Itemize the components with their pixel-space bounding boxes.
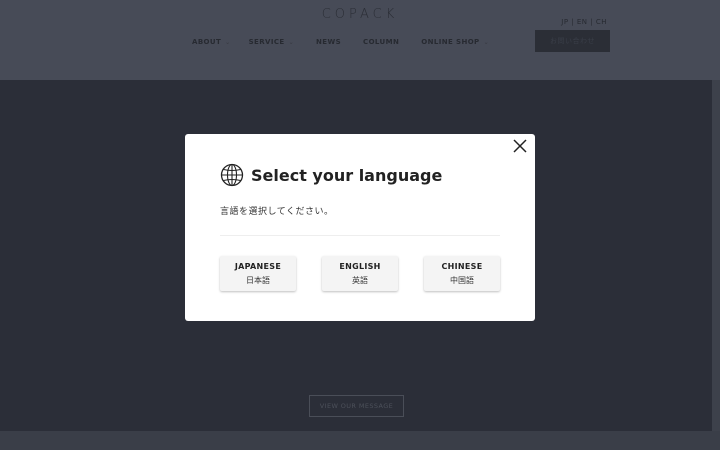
chevron-down-icon: ⌄	[288, 38, 295, 46]
language-native-label: 日本語	[246, 275, 270, 285]
site-logo[interactable]: COPACK	[0, 7, 720, 22]
chevron-down-icon: ⌄	[225, 38, 231, 46]
japanese-button[interactable]: JAPANESE 日本語	[220, 256, 296, 291]
close-icon[interactable]	[510, 136, 530, 156]
chinese-button[interactable]: CHINESE 中国語	[424, 256, 500, 291]
language-native-label: 中国語	[450, 275, 474, 285]
nav-item-service[interactable]: SERVICE ⌄	[249, 38, 294, 46]
nav-item-label: SERVICE	[248, 38, 285, 46]
globe-icon	[220, 163, 244, 187]
nav-item-label: ONLINE SHOP	[421, 38, 480, 46]
english-button[interactable]: ENGLISH 英語	[322, 256, 398, 291]
divider	[220, 235, 500, 236]
site-header: COPACK JP | EN | CH ABOUT ⌄ SERVICE ⌄ NE…	[0, 0, 720, 80]
nav-item-news[interactable]: NEWS	[316, 38, 341, 46]
main-nav: ABOUT ⌄ SERVICE ⌄ NEWS COLUMN ONLINE SHO…	[192, 38, 489, 46]
view-message-button[interactable]: VIEW OUR MESSAGE	[309, 395, 404, 417]
header-language-switch[interactable]: JP | EN | CH	[561, 18, 607, 26]
language-modal: Select your language 言語を選択してください。 JAPANE…	[185, 134, 535, 321]
language-label: ENGLISH	[339, 261, 381, 271]
page-bottom	[0, 431, 720, 450]
modal-subtitle: 言語を選択してください。	[220, 207, 334, 217]
nav-item-label: COLUMN	[363, 38, 400, 46]
nav-item-label: ABOUT	[192, 38, 222, 46]
language-label: CHINESE	[441, 261, 483, 271]
nav-item-about[interactable]: ABOUT ⌄	[192, 38, 231, 46]
chevron-down-icon: ⌄	[483, 38, 490, 46]
contact-button[interactable]: お問い合わせ	[535, 30, 610, 52]
modal-header: Select your language	[220, 163, 442, 187]
modal-title: Select your language	[251, 165, 443, 185]
scrollbar[interactable]	[712, 80, 720, 431]
language-label: JAPANESE	[234, 261, 282, 271]
nav-item-column[interactable]: COLUMN	[363, 38, 399, 46]
nav-item-online-shop[interactable]: ONLINE SHOP ⌄	[421, 38, 489, 46]
language-native-label: 英語	[352, 275, 368, 285]
nav-item-label: NEWS	[316, 38, 342, 46]
